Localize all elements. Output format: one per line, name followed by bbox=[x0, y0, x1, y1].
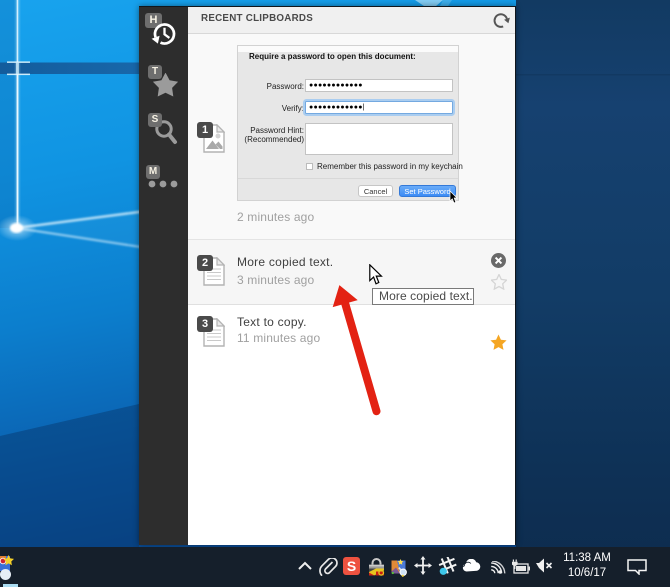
svg-text:S: S bbox=[347, 558, 356, 574]
